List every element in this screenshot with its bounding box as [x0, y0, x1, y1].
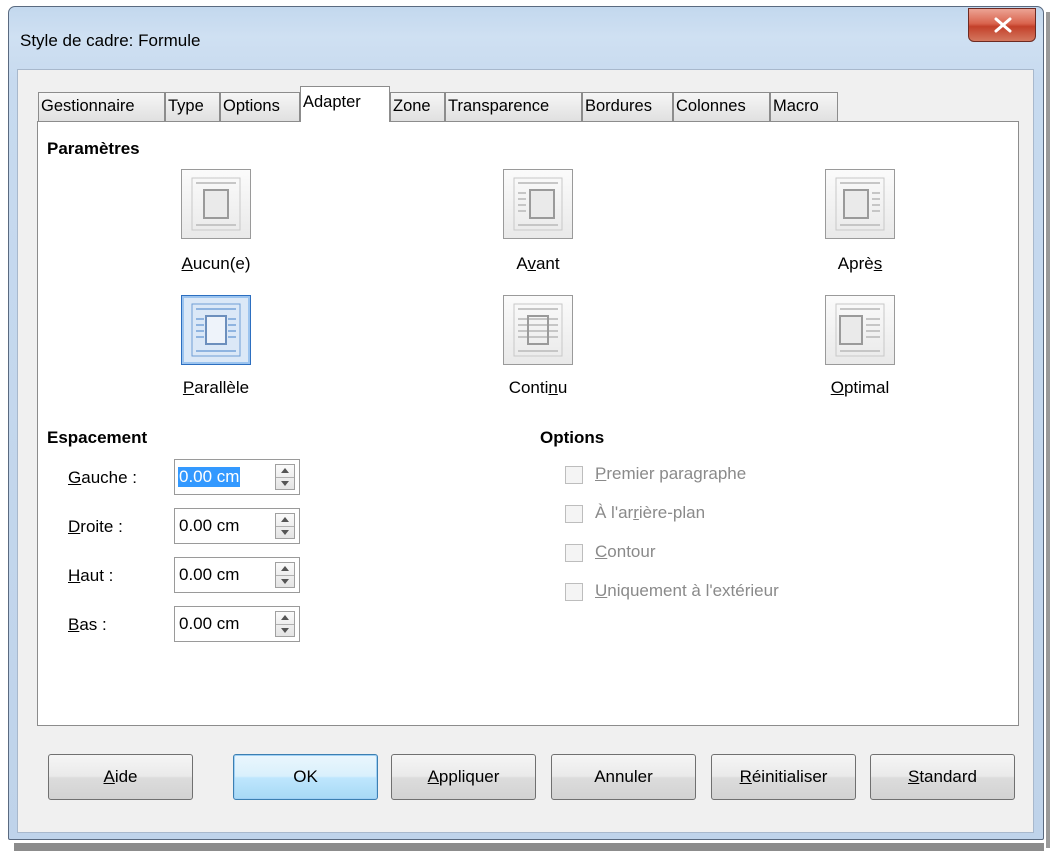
spacing-bottom-value[interactable]: 0.00 cm [178, 614, 240, 634]
tab-transparence[interactable]: Transparence [445, 92, 582, 121]
spin-down-icon[interactable] [281, 628, 289, 633]
wrap-parallel-icon [191, 303, 241, 357]
tab-label: Transparence [448, 97, 550, 115]
spacing-right-value[interactable]: 0.00 cm [178, 516, 240, 536]
tab-panel-adapter: Paramètres Aucun(e) Avant Après Parallèl… [37, 121, 1019, 726]
spacing-top-label: Haut : [68, 566, 114, 585]
wrap-optimal-option[interactable] [825, 295, 895, 365]
tab-label: Options [223, 97, 280, 115]
wrap-optimal-icon [835, 303, 885, 357]
option-label: Uniquement à l'extérieur [595, 581, 779, 600]
dialog-client: Gestionnaire Type Options Adapter Zone T… [17, 69, 1034, 833]
spin-down-icon[interactable] [281, 579, 289, 584]
checkbox[interactable] [565, 544, 583, 562]
ok-button[interactable]: OK [233, 754, 378, 800]
spacing-right-spinner[interactable]: 0.00 cm [174, 508, 300, 544]
option-label: Contour [595, 542, 656, 561]
wrap-parallel-option[interactable] [181, 295, 251, 365]
tab-label: Type [168, 97, 204, 115]
spacing-top-spinner[interactable]: 0.00 cm [174, 557, 300, 593]
spin-down-icon[interactable] [281, 481, 289, 486]
dialog-window: Style de cadre: Formule Gestionnaire Typ… [8, 6, 1044, 840]
window-shadow-bottom [14, 843, 1044, 851]
wrap-after-icon [835, 177, 885, 231]
wrap-none-option[interactable] [181, 169, 251, 239]
spinner-arrows[interactable] [275, 513, 295, 539]
tab-gestionnaire[interactable]: Gestionnaire [38, 92, 165, 121]
tab-label: Adapter [303, 93, 361, 111]
tab-adapter[interactable]: Adapter [300, 86, 390, 122]
spacing-right-label: Droite : [68, 517, 123, 536]
reset-button[interactable]: Réinitialiser [711, 754, 856, 800]
tab-macro[interactable]: Macro [770, 92, 838, 121]
checkbox[interactable] [565, 583, 583, 601]
spacing-top-value[interactable]: 0.00 cm [178, 565, 240, 585]
apply-button[interactable]: Appliquer [391, 754, 536, 800]
standard-button[interactable]: Standard [870, 754, 1015, 800]
section-heading-options: Options [540, 428, 605, 447]
tab-type[interactable]: Type [165, 92, 220, 121]
window-title: Style de cadre: Formule [20, 31, 201, 50]
spacing-bottom-spinner[interactable]: 0.00 cm [174, 606, 300, 642]
wrap-before-option[interactable] [503, 169, 573, 239]
tab-label: Macro [773, 97, 819, 115]
wrap-through-label: Continu [508, 378, 568, 397]
close-button[interactable] [968, 8, 1036, 42]
wrap-through-option[interactable] [503, 295, 573, 365]
wrap-optimal-label: Optimal [830, 378, 890, 397]
spin-up-icon[interactable] [281, 615, 289, 620]
window-shadow-right [1046, 12, 1050, 848]
section-heading-espacement: Espacement [47, 428, 148, 447]
tab-zone[interactable]: Zone [390, 92, 445, 121]
spinner-arrows[interactable] [275, 562, 295, 588]
checkbox[interactable] [565, 466, 583, 484]
tab-bordures[interactable]: Bordures [582, 92, 673, 121]
spin-up-icon[interactable] [281, 566, 289, 571]
wrap-after-label: Après [837, 254, 883, 273]
tab-label: Zone [393, 97, 431, 115]
section-heading-parametres: Paramètres [47, 139, 140, 158]
wrap-after-option[interactable] [825, 169, 895, 239]
spinner-arrows[interactable] [275, 464, 295, 490]
spinner-arrows[interactable] [275, 611, 295, 637]
close-icon [994, 17, 1012, 33]
spin-up-icon[interactable] [281, 517, 289, 522]
tab-label: Bordures [585, 97, 652, 115]
option-label: À l'arrière-plan [595, 503, 706, 522]
checkbox[interactable] [565, 505, 583, 523]
wrap-none-icon [191, 177, 241, 231]
wrap-through-icon [513, 303, 563, 357]
tab-label: Colonnes [676, 97, 746, 115]
spacing-left-label: Gauche : [68, 468, 137, 487]
title-bar[interactable]: Style de cadre: Formule [9, 7, 1043, 69]
option-label: Premier paragraphe [595, 464, 747, 483]
tab-label: Gestionnaire [41, 97, 135, 115]
spacing-bottom-label: Bas : [68, 615, 107, 634]
cancel-button[interactable]: Annuler [551, 754, 696, 800]
wrap-before-label: Avant [516, 254, 560, 273]
wrap-before-icon [513, 177, 563, 231]
spin-down-icon[interactable] [281, 530, 289, 535]
spacing-left-spinner[interactable]: 0.00 cm [174, 459, 300, 495]
wrap-parallel-label: Parallèle [182, 378, 250, 397]
spacing-left-value[interactable]: 0.00 cm [178, 467, 241, 487]
tab-colonnes[interactable]: Colonnes [673, 92, 770, 121]
wrap-none-label: Aucun(e) [181, 254, 251, 273]
spin-up-icon[interactable] [281, 468, 289, 473]
help-button[interactable]: Aide [48, 754, 193, 800]
tab-options[interactable]: Options [220, 92, 300, 121]
